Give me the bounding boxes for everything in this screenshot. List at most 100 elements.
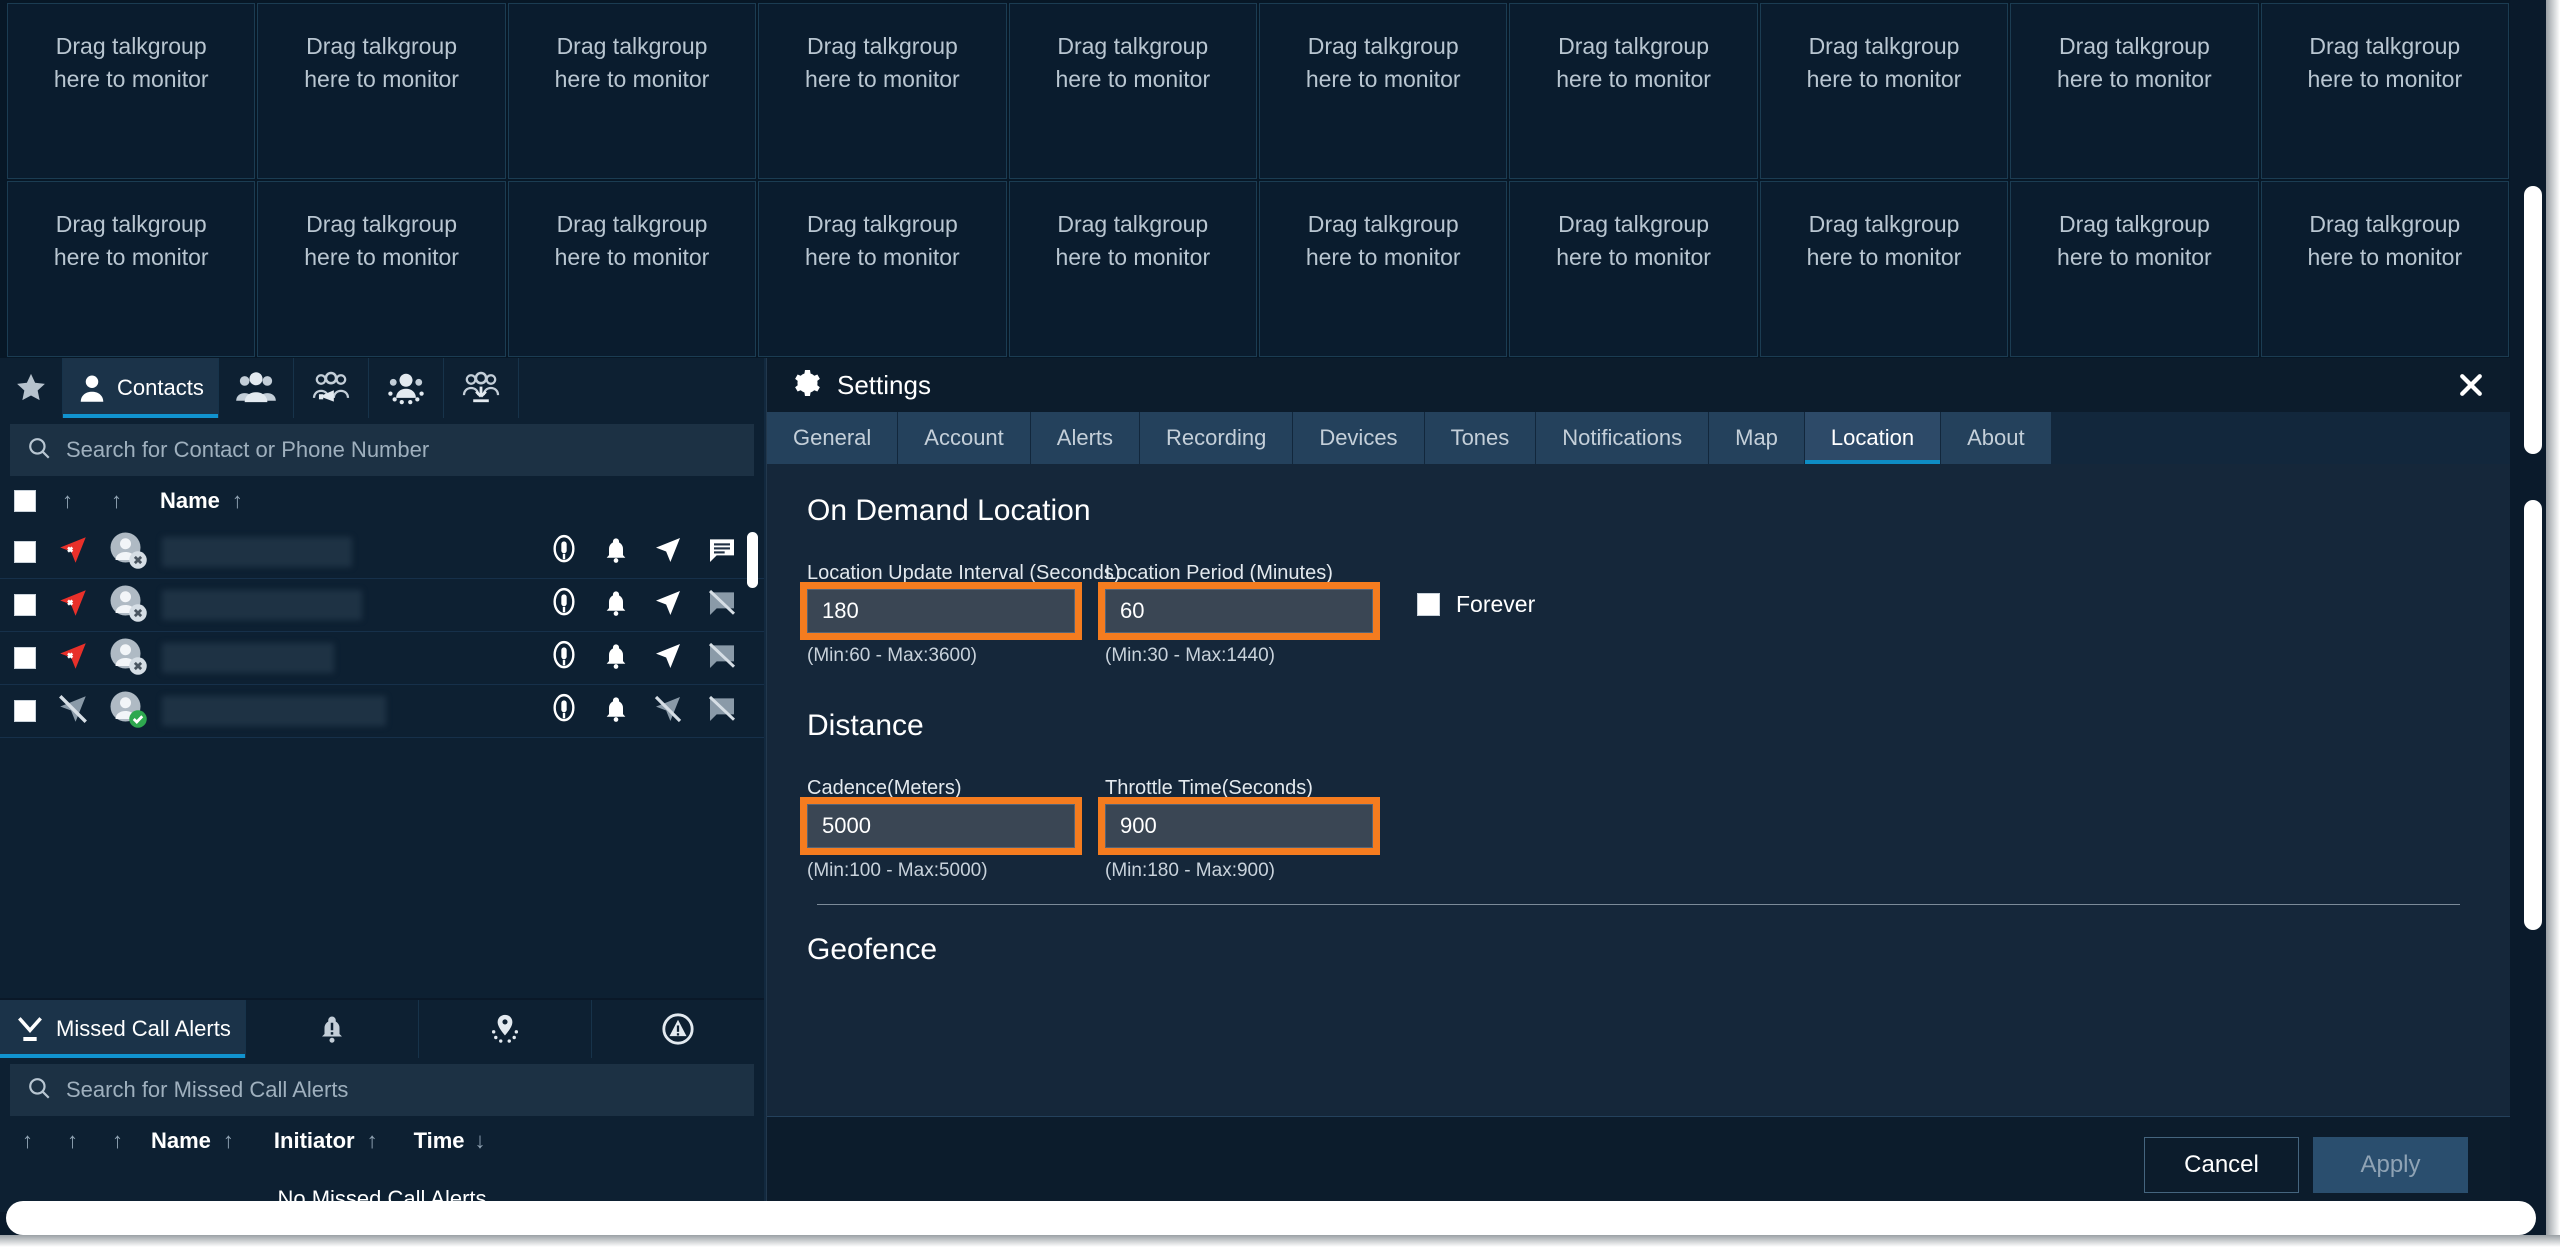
sidebar-tab-contacts[interactable]: Contacts bbox=[63, 358, 219, 418]
hint-throttle-time-seconds: (Min:180 - Max:900) bbox=[1105, 860, 1276, 881]
sidebar-tab-dynamic-groups[interactable] bbox=[369, 358, 444, 418]
talkgroup-tile[interactable]: Drag talkgroup here to monitor bbox=[507, 181, 757, 357]
sidebar-tab-broadcast-groups[interactable] bbox=[294, 358, 369, 418]
location-on-icon[interactable] bbox=[652, 587, 684, 624]
talkgroup-tile-line2: here to monitor bbox=[554, 66, 710, 92]
select-all-checkbox[interactable] bbox=[14, 490, 36, 512]
talkgroup-tile[interactable]: Drag talkgroup here to monitor bbox=[1258, 3, 1508, 179]
alert-bell-icon[interactable] bbox=[602, 640, 630, 677]
sort-arrow-mca3[interactable]: ↑ bbox=[112, 1128, 123, 1154]
tab-tones[interactable]: Tones bbox=[1424, 412, 1537, 464]
settings-dialog: Settings General Account Alerts Recording De… bbox=[766, 358, 2510, 1212]
sort-arrow-time[interactable]: ↓ bbox=[475, 1128, 486, 1154]
talkgroup-tile[interactable]: Drag talkgroup here to monitor bbox=[1759, 181, 2009, 357]
close-icon[interactable] bbox=[2454, 368, 2488, 402]
location-on-icon[interactable] bbox=[652, 534, 684, 571]
sidebar-tab-emergency[interactable] bbox=[592, 1000, 764, 1058]
settings-title: Settings bbox=[837, 369, 931, 400]
talkgroup-tile-line2: here to monitor bbox=[1055, 244, 1211, 270]
talkgroup-tile[interactable]: Drag talkgroup here to monitor bbox=[257, 181, 506, 357]
talkgroup-tile[interactable]: Drag talkgroup here to monitor bbox=[2260, 3, 2509, 179]
talkgroup-tile[interactable]: Drag talkgroup here to monitor bbox=[758, 181, 1007, 357]
apply-button[interactable]: Apply bbox=[2313, 1136, 2468, 1193]
tab-devices[interactable]: Devices bbox=[1293, 412, 1425, 464]
talkgroup-tile[interactable]: Drag talkgroup here to monitor bbox=[1008, 181, 1257, 357]
microphone-icon[interactable] bbox=[548, 587, 580, 624]
sidebar-tab-missed-call-alerts[interactable]: Missed Call Alerts bbox=[0, 1000, 246, 1058]
contact-row-checkbox[interactable] bbox=[14, 541, 36, 563]
input-cadence-meters[interactable]: 5000 bbox=[800, 797, 1082, 855]
sort-arrow-name[interactable]: ↑ bbox=[232, 488, 243, 514]
contact-row-checkbox[interactable] bbox=[14, 647, 36, 669]
tab-notifications[interactable]: Notifications bbox=[1536, 412, 1710, 464]
message-disabled-icon[interactable] bbox=[706, 640, 738, 677]
talkgroup-tile-line1: Drag talkgroup bbox=[55, 211, 207, 237]
talkgroup-tile[interactable]: Drag talkgroup here to monitor bbox=[7, 3, 256, 179]
talkgroup-tile[interactable]: Drag talkgroup here to monitor bbox=[1008, 3, 1257, 179]
tab-account[interactable]: Account bbox=[898, 412, 1031, 464]
talkgroup-tile[interactable]: Drag talkgroup here to monitor bbox=[758, 3, 1007, 179]
forever-checkbox[interactable] bbox=[1417, 593, 1440, 616]
contact-row-checkbox[interactable] bbox=[14, 594, 36, 616]
sidebar-tab-geofence[interactable] bbox=[419, 1000, 592, 1058]
contacts-list[interactable] bbox=[0, 526, 764, 998]
contact-row[interactable] bbox=[0, 526, 764, 579]
message-disabled-icon[interactable] bbox=[706, 587, 738, 624]
tab-about[interactable]: About bbox=[1941, 412, 2052, 464]
cancel-button[interactable]: Cancel bbox=[2144, 1136, 2299, 1193]
location-off-icon[interactable] bbox=[652, 693, 684, 730]
tab-alerts[interactable]: Alerts bbox=[1030, 412, 1141, 464]
talkgroup-tile[interactable]: Drag talkgroup here to monitor bbox=[257, 3, 506, 179]
sort-arrow-initiator[interactable]: ↑ bbox=[367, 1128, 378, 1154]
contact-row[interactable] bbox=[0, 685, 764, 738]
talkgroup-tile[interactable]: Drag talkgroup here to monitor bbox=[1509, 181, 1758, 357]
sort-arrow-mca1[interactable]: ↑ bbox=[22, 1128, 33, 1154]
contacts-search-input[interactable]: Search for Contact or Phone Number bbox=[10, 424, 754, 476]
sort-arrow-mca2[interactable]: ↑ bbox=[67, 1128, 78, 1154]
talkgroup-tile[interactable]: Drag talkgroup here to monitor bbox=[7, 181, 256, 357]
alert-bell-icon[interactable] bbox=[602, 534, 630, 571]
tab-map[interactable]: Map bbox=[1709, 412, 1805, 464]
message-icon[interactable] bbox=[706, 534, 738, 571]
talkgroup-tile[interactable]: Drag talkgroup here to monitor bbox=[2010, 3, 2259, 179]
talkgroup-tile[interactable]: Drag talkgroup here to monitor bbox=[507, 3, 757, 179]
talkgroup-tile[interactable]: Drag talkgroup here to monitor bbox=[1258, 181, 1508, 357]
sidebar-tab-alerts[interactable] bbox=[246, 1000, 419, 1058]
talkgroup-tile[interactable]: Drag talkgroup here to monitor bbox=[2010, 181, 2259, 357]
talkgroup-tile[interactable]: Drag talkgroup here to monitor bbox=[2260, 181, 2509, 357]
alert-bell-icon[interactable] bbox=[602, 693, 630, 730]
location-denied-icon bbox=[56, 586, 90, 625]
sort-arrow-col1[interactable]: ↑ bbox=[62, 488, 73, 514]
contact-row-checkbox[interactable] bbox=[14, 700, 36, 722]
column-header-mca-name: Name bbox=[151, 1128, 211, 1153]
vertical-scrollbar-thumb-lower[interactable] bbox=[2524, 500, 2542, 930]
missed-calls-search-input[interactable]: Search for Missed Call Alerts bbox=[10, 1064, 754, 1116]
message-disabled-icon[interactable] bbox=[706, 693, 738, 730]
microphone-icon[interactable] bbox=[548, 693, 580, 730]
vertical-scrollbar-thumb-upper[interactable] bbox=[2524, 186, 2542, 454]
microphone-icon[interactable] bbox=[548, 534, 580, 571]
sort-arrow-col2[interactable]: ↑ bbox=[111, 488, 122, 514]
hint-cadence-meters: (Min:100 - Max:5000) bbox=[807, 860, 988, 881]
contact-row[interactable] bbox=[0, 632, 764, 685]
sidebar-tab-talkgroups[interactable] bbox=[219, 358, 294, 418]
horizontal-scrollbar-thumb[interactable] bbox=[6, 1201, 2536, 1235]
tab-location[interactable]: Location bbox=[1804, 412, 1942, 464]
sidebar-tab-group-download[interactable] bbox=[444, 358, 519, 418]
input-location-update-interval[interactable]: 180 bbox=[800, 582, 1082, 640]
tab-general[interactable]: General bbox=[767, 412, 899, 464]
contact-row[interactable] bbox=[0, 579, 764, 632]
sort-arrow-mca-name[interactable]: ↑ bbox=[223, 1128, 234, 1154]
sidebar-tab-favorites[interactable] bbox=[0, 358, 63, 418]
location-on-icon[interactable] bbox=[652, 640, 684, 677]
contacts-scrollbar-thumb[interactable] bbox=[747, 532, 758, 588]
alert-bell-icon[interactable] bbox=[602, 587, 630, 624]
input-location-period[interactable]: 60 bbox=[1098, 582, 1380, 640]
vertical-scrollbar[interactable] bbox=[2524, 0, 2546, 1212]
tab-recording[interactable]: Recording bbox=[1140, 412, 1294, 464]
talkgroup-tile[interactable]: Drag talkgroup here to monitor bbox=[1759, 3, 2009, 179]
input-throttle-time-seconds[interactable]: 900 bbox=[1098, 797, 1380, 855]
microphone-icon[interactable] bbox=[548, 640, 580, 677]
talkgroup-tile[interactable]: Drag talkgroup here to monitor bbox=[1509, 3, 1758, 179]
forever-option[interactable]: Forever bbox=[1417, 591, 1535, 618]
